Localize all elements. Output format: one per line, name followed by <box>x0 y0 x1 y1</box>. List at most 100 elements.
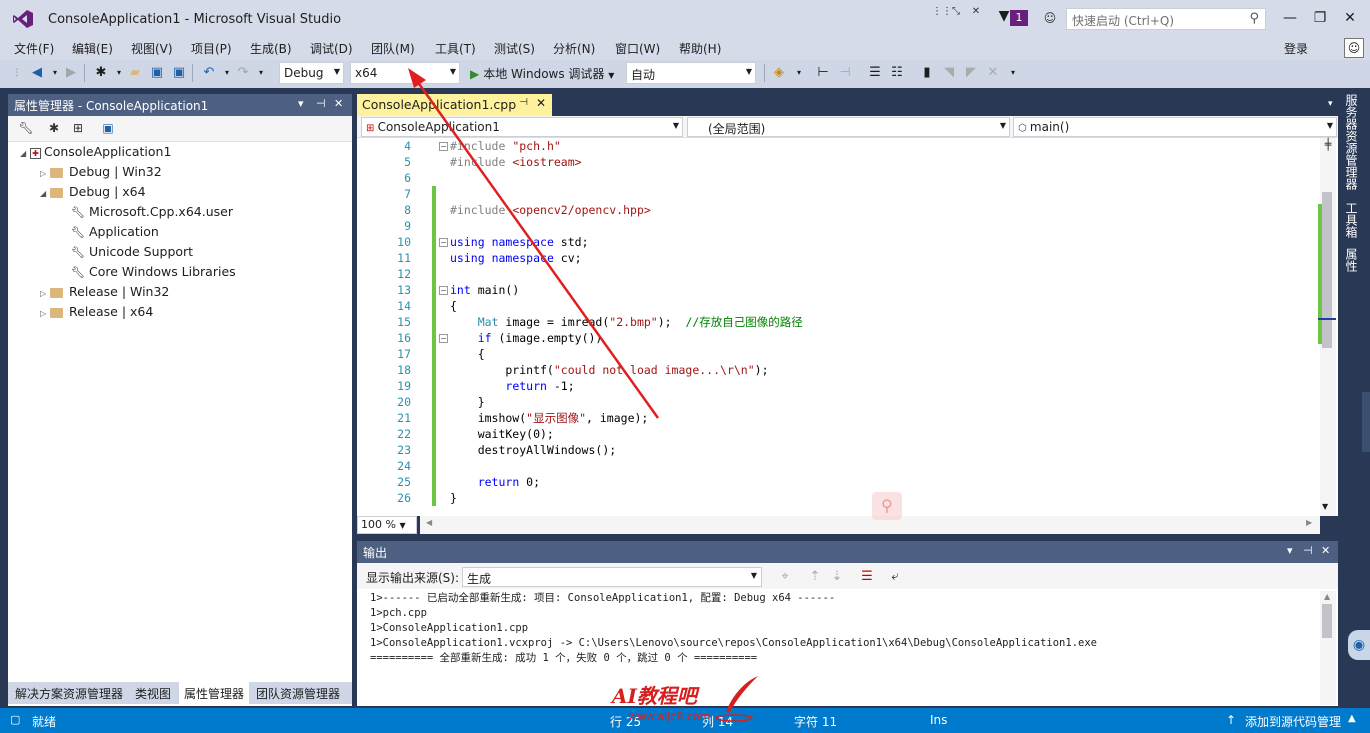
find-in-files-icon[interactable]: ◈ <box>770 64 788 82</box>
tab-server-explorer[interactable]: 服务器资源管理器 <box>1344 94 1360 190</box>
tree-item-debug-x64[interactable]: ◢ Debug | x64 <box>40 182 146 202</box>
expanded-arrow-icon[interactable]: ◢ <box>20 144 30 164</box>
menu-help[interactable]: 帮助(H) <box>679 40 721 57</box>
output-source-select[interactable]: 生成 ▼ <box>462 567 762 587</box>
code-line[interactable]: return -1; <box>450 378 574 394</box>
collapse-region-icon[interactable]: − <box>439 142 448 151</box>
tree-item-project[interactable]: ◢ ✚ ConsoleApplication1 <box>20 142 171 162</box>
code-line[interactable]: waitKey(0); <box>450 426 554 442</box>
tab-class-view[interactable]: 类视图 <box>130 682 176 704</box>
collapsed-arrow-icon[interactable]: ▷ <box>40 304 50 324</box>
navigate-back-icon[interactable]: ◀ <box>28 64 46 82</box>
tab-property-manager[interactable]: 属性管理器 <box>179 682 250 704</box>
tab-solution-explorer[interactable]: 解决方案资源管理器 <box>10 682 128 704</box>
toolbar-overflow-icon[interactable]: ▾ <box>790 64 808 82</box>
undo-icon[interactable]: ↶ <box>200 64 218 82</box>
code-line[interactable]: if (image.empty()) <box>450 330 603 346</box>
tree-item-property-sheet[interactable]: 🔧︎ Microsoft.Cpp.x64.user <box>70 202 233 222</box>
project-dropdown[interactable]: ⊞ ConsoleApplication1 ▼ <box>361 117 683 137</box>
redo-dropdown-icon[interactable]: ▾ <box>252 64 270 82</box>
code-line[interactable]: printf("could not load image...\r\n"); <box>450 362 768 378</box>
code-line[interactable]: } <box>450 394 485 410</box>
menu-build[interactable]: 生成(B) <box>250 40 292 57</box>
tab-consoleapplication1-cpp[interactable]: ConsoleApplication1.cpp ⊣ ✕ <box>357 94 552 116</box>
toolbar-overflow-icon[interactable]: ▾ <box>1004 64 1022 82</box>
menu-analyze[interactable]: 分析(N) <box>553 40 595 57</box>
fullscreen-icon[interactable]: ⤡ <box>946 2 966 22</box>
editor-scroll-thumb[interactable] <box>1322 192 1332 348</box>
code-line[interactable]: #include "pch.h" <box>450 138 561 154</box>
tab-overflow-icon[interactable]: ▾ <box>1328 99 1333 109</box>
scroll-down-icon[interactable]: ▼ <box>1322 502 1328 511</box>
debug-target-select[interactable]: 自动 ▼ <box>626 62 756 84</box>
prev-bookmark-icon[interactable]: ◥ <box>940 64 958 82</box>
menu-debug[interactable]: 调试(D) <box>310 40 353 57</box>
comment-lines-icon[interactable]: ☰ <box>866 64 884 82</box>
next-message-icon[interactable]: ⇣ <box>828 568 846 586</box>
tree-item-debug-win32[interactable]: ▷ Debug | Win32 <box>40 162 162 182</box>
new-project-icon[interactable]: ✱ <box>92 64 110 82</box>
navigate-forward-icon[interactable]: ▶ <box>62 64 80 82</box>
find-message-icon[interactable]: ⌖ <box>776 568 794 586</box>
tree-item-property-sheet[interactable]: 🔧︎ Unicode Support <box>70 242 193 262</box>
close-small-icon[interactable]: ✕ <box>966 2 986 22</box>
close-icon[interactable]: ✕ <box>1321 544 1330 557</box>
minimize-button[interactable]: — <box>1276 8 1304 28</box>
menu-project[interactable]: 项目(P) <box>191 40 232 57</box>
floating-tool-icon[interactable]: ◉ <box>1348 630 1370 660</box>
add-to-source-control-button[interactable]: 添加到源代码管理 <box>1245 713 1341 730</box>
tab-team-explorer[interactable]: 团队资源管理器 <box>251 682 345 704</box>
toggle-word-wrap-icon[interactable]: ⤶ <box>886 568 904 586</box>
feedback-person-icon[interactable]: ☺ <box>1040 8 1060 28</box>
uncomment-lines-icon[interactable]: ☷ <box>888 64 906 82</box>
collapse-region-icon[interactable]: − <box>439 286 448 295</box>
tab-properties[interactable]: 属性 <box>1344 248 1360 272</box>
step-disabled-icon[interactable]: ⊣ <box>836 64 854 82</box>
scroll-left-icon[interactable]: ◀ <box>426 518 432 527</box>
zoom-level-select[interactable]: 100 % ▼ <box>357 516 417 534</box>
code-line[interactable]: { <box>450 346 485 362</box>
account-icon[interactable]: ☺ <box>1344 38 1364 58</box>
code-line[interactable]: using namespace cv; <box>450 250 582 266</box>
save-icon[interactable]: ▣ <box>100 121 116 137</box>
collapse-region-icon[interactable]: − <box>439 334 448 343</box>
step-icon[interactable]: ⊢ <box>814 64 832 82</box>
member-dropdown[interactable]: ⬡ main() ▼ <box>1013 117 1337 137</box>
menu-tools[interactable]: 工具(T) <box>435 40 476 57</box>
menu-edit[interactable]: 编辑(E) <box>72 40 113 57</box>
add-new-property-sheet-icon[interactable]: ✱ <box>46 121 62 137</box>
code-line[interactable]: } <box>450 490 457 506</box>
menu-test[interactable]: 测试(S) <box>494 40 535 57</box>
tree-item-property-sheet[interactable]: 🔧︎ Application <box>70 222 159 242</box>
solution-platform-select[interactable]: x64 ▼ <box>350 62 460 84</box>
close-icon[interactable]: ✕ <box>334 97 343 110</box>
panel-options-icon[interactable]: ▾ <box>298 97 304 110</box>
maximize-button[interactable]: ❐ <box>1306 8 1334 28</box>
menu-window[interactable]: 窗口(W) <box>615 40 660 57</box>
open-file-icon[interactable]: ▰ <box>126 64 144 82</box>
code-line[interactable]: #include <iostream> <box>450 154 582 170</box>
pin-icon[interactable]: ⊣ <box>316 97 326 110</box>
tree-item-release-x64[interactable]: ▷ Release | x64 <box>40 302 153 322</box>
tree-item-property-sheet[interactable]: 🔧︎ Core Windows Libraries <box>70 262 236 282</box>
bookmark-icon[interactable]: ▮ <box>918 64 936 82</box>
menu-file[interactable]: 文件(F) <box>14 40 54 57</box>
code-line[interactable]: int main() <box>450 282 519 298</box>
prev-message-icon[interactable]: ⇡ <box>806 568 824 586</box>
code-line[interactable]: imshow("显示图像", image); <box>450 410 649 426</box>
clear-all-icon[interactable]: ☰ <box>858 568 876 586</box>
quick-launch-input[interactable]: 快速启动 (Ctrl+Q) ⚲ <box>1066 8 1266 30</box>
start-debugging-button[interactable]: ▶ 本地 Windows 调试器 ▼ <box>470 65 614 82</box>
collapse-region-icon[interactable]: − <box>439 238 448 247</box>
notification-badge[interactable]: 1 <box>1010 10 1028 26</box>
expanded-arrow-icon[interactable]: ◢ <box>40 184 50 204</box>
login-link[interactable]: 登录 <box>1284 40 1308 57</box>
save-icon[interactable]: ▣ <box>148 64 166 82</box>
tree-item-release-win32[interactable]: ▷ Release | Win32 <box>40 282 169 302</box>
save-all-icon[interactable]: ▣ <box>170 64 188 82</box>
pin-icon[interactable]: ⊣ <box>519 97 528 108</box>
code-line[interactable]: destroyAllWindows(); <box>450 442 616 458</box>
source-control-menu-icon[interactable]: ▲ <box>1348 713 1356 724</box>
code-line[interactable]: Mat image = imread("2.bmp"); //存放自己图像的路径 <box>450 314 803 330</box>
clear-bookmarks-icon[interactable]: ✕ <box>984 64 1002 82</box>
